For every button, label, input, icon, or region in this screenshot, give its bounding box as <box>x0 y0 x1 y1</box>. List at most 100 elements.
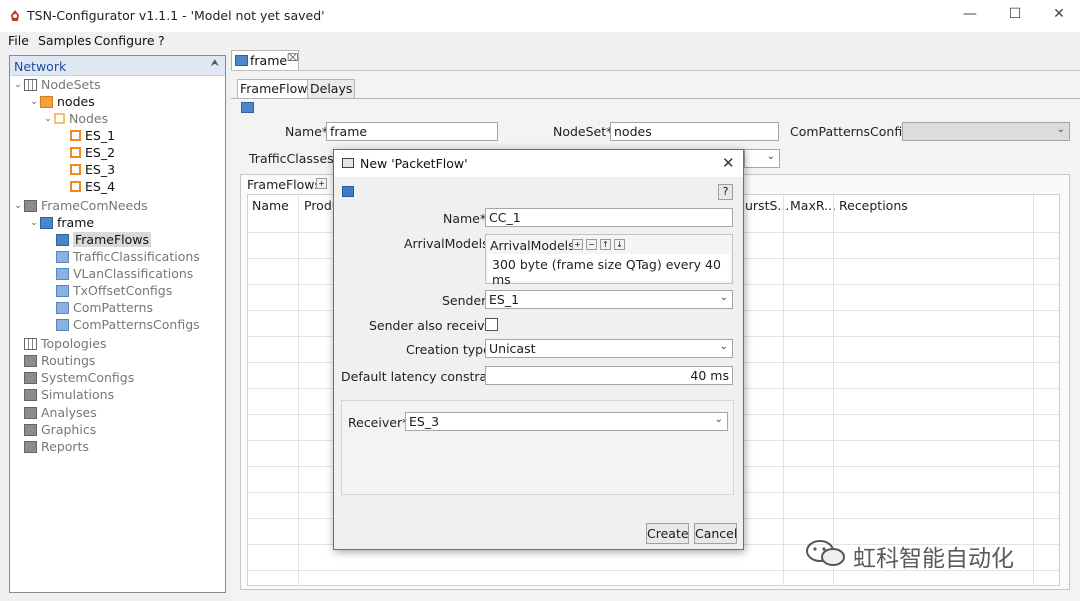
window-title: TSN-Configurator v1.1.1 - 'Model not yet… <box>27 8 325 23</box>
sender-also-receiver-checkbox[interactable] <box>485 318 498 331</box>
tree-item-label: ES_3 <box>85 162 116 177</box>
minimize-button[interactable]: — <box>955 6 985 26</box>
editor-tab-label: frame <box>250 53 288 68</box>
end-station-icon <box>70 147 81 158</box>
dialog-name-field[interactable]: CC_1 <box>485 208 733 227</box>
tree-item-frame[interactable]: ⌄ frame <box>28 214 94 231</box>
tree-item-analyses[interactable]: Analyses <box>24 404 97 421</box>
creation-type-value: Unicast <box>489 341 536 356</box>
menu-bar: File Samples Configure ? <box>0 32 1080 50</box>
compatterns-icon <box>56 301 69 314</box>
analyses-icon <box>24 406 37 419</box>
end-station-icon <box>70 130 81 141</box>
maximize-button[interactable]: ☐ <box>1000 6 1030 26</box>
tree-item-label: ES_4 <box>85 179 116 194</box>
tree-item-simulations[interactable]: Simulations <box>24 386 114 403</box>
tree-item-routings[interactable]: Routings <box>24 352 95 369</box>
chevron-down-icon: ⌄ <box>1056 124 1065 135</box>
menu-file[interactable]: File <box>8 33 29 48</box>
receiver-value: ES_3 <box>409 414 440 429</box>
chevron-down-icon[interactable]: ⌄ <box>28 97 40 107</box>
compatterns-config-select[interactable]: ⌄ <box>902 122 1070 141</box>
sender-select[interactable]: ES_1 ⌄ <box>485 290 733 309</box>
graphics-icon <box>24 423 37 436</box>
move-up-button[interactable]: ↑ <box>600 239 611 250</box>
editor-tab-frame[interactable]: frame ⌧ <box>231 50 299 70</box>
chevron-down-icon[interactable]: ⌄ <box>12 201 24 211</box>
end-station-icon <box>70 181 81 192</box>
column-header-maxr[interactable]: MaxR... <box>790 198 836 213</box>
nodesets-icon <box>24 78 37 91</box>
vlan-classifications-icon <box>56 267 69 280</box>
trafficclasses-select[interactable]: ⌄ <box>744 149 780 168</box>
remove-arrival-model-button[interactable]: − <box>586 239 597 250</box>
column-header-receptions[interactable]: Receptions <box>839 198 908 213</box>
grid-divider <box>298 195 299 585</box>
tree-item-label: FrameFlows <box>73 232 151 247</box>
tree-item-es-2[interactable]: ES_2 <box>70 144 115 161</box>
cancel-button[interactable]: Cancel <box>694 523 737 544</box>
tree-item-frameflows[interactable]: FrameFlows <box>56 231 151 248</box>
tree-item-txoffset-configs[interactable]: TxOffsetConfigs <box>56 282 172 299</box>
tree-item-reports[interactable]: Reports <box>24 438 89 455</box>
minimize-panel-icon[interactable]: ⮝ <box>211 58 220 69</box>
tree-item-es-1[interactable]: ES_1 <box>70 127 115 144</box>
add-frameflow-button[interactable]: + <box>316 178 327 189</box>
tree-item-graphics[interactable]: Graphics <box>24 421 96 438</box>
close-window-button[interactable]: ✕ <box>1044 6 1074 26</box>
help-button[interactable]: ? <box>718 184 733 200</box>
tree-item-label: FrameComNeeds <box>41 198 148 213</box>
traffic-classifications-icon <box>56 250 69 263</box>
name-field[interactable]: frame <box>326 122 498 141</box>
tree-item-label: Graphics <box>41 422 97 437</box>
chevron-down-icon: ⌄ <box>766 151 775 162</box>
tab-frameflows[interactable]: FrameFlows <box>237 79 317 98</box>
tree-item-vlan-classifications[interactable]: VLanClassifications <box>56 265 193 282</box>
chevron-down-icon[interactable]: ⌄ <box>42 114 54 124</box>
latency-constraint-field[interactable]: 40 ms <box>485 366 733 385</box>
new-packetflow-dialog: New 'PacketFlow' ✕ ? Name* CC_1 ArrivalM… <box>333 149 744 550</box>
compatterns-config-label: ComPatternsConfig <box>790 124 911 139</box>
network-panel-title: Network <box>14 59 67 74</box>
tree-item-es-3[interactable]: ES_3 <box>70 161 115 178</box>
tree-item-nodes-folder[interactable]: ⌄ Nodes <box>42 110 108 127</box>
nodeset-field[interactable]: nodes <box>610 122 779 141</box>
tree-item-traffic-classifications[interactable]: TrafficClassifications <box>56 248 200 265</box>
tree-item-topologies[interactable]: Topologies <box>24 335 106 352</box>
tree-item-nodes[interactable]: ⌄ nodes <box>28 93 95 110</box>
frame-icon <box>235 55 248 66</box>
tab-delays[interactable]: Delays <box>307 79 356 98</box>
close-dialog-icon[interactable]: ✕ <box>722 154 735 172</box>
tree-item-label: frame <box>57 215 95 230</box>
arrival-models-label: ArrivalModels <box>404 236 489 251</box>
creation-type-select[interactable]: Unicast ⌄ <box>485 339 733 358</box>
dialog-title-bar: New 'PacketFlow' ✕ <box>334 150 743 177</box>
tree-item-compatterns[interactable]: ComPatterns <box>56 299 153 316</box>
watermark-text: 虹科智能自动化 <box>853 546 1014 572</box>
tree-item-framecomneeds[interactable]: ⌄ FrameComNeeds <box>12 197 148 214</box>
menu-samples[interactable]: Samples <box>38 33 91 48</box>
create-button[interactable]: Create <box>646 523 689 544</box>
tree-item-systemconfigs[interactable]: SystemConfigs <box>24 369 134 386</box>
tree-item-label: Simulations <box>41 387 115 402</box>
tree-item-compatterns-configs[interactable]: ComPatternsConfigs <box>56 316 200 333</box>
chevron-down-icon[interactable]: ⌄ <box>28 218 40 228</box>
tree-item-label: TrafficClassifications <box>73 249 200 264</box>
arrival-models-inner-title: ArrivalModels <box>490 238 575 253</box>
arrival-model-item[interactable]: 300 byte (frame size QTag) every 40 ms <box>492 257 730 287</box>
subtab-divider <box>231 98 1080 99</box>
close-tab-icon[interactable]: ⌧ <box>287 53 299 64</box>
tree-item-es-4[interactable]: ES_4 <box>70 178 115 195</box>
tree-item-nodesets[interactable]: ⌄ NodeSets <box>12 76 100 93</box>
menu-configure[interactable]: Configure <box>94 33 155 48</box>
chevron-down-icon[interactable]: ⌄ <box>12 80 24 90</box>
receiver-select[interactable]: ES_3 ⌄ <box>405 412 728 431</box>
latency-constraint-label: Default latency constraint <box>341 369 504 384</box>
move-down-button[interactable]: ↓ <box>614 239 625 250</box>
menu-help[interactable]: ? <box>158 33 165 48</box>
column-header-name[interactable]: Name <box>252 198 289 213</box>
add-arrival-model-button[interactable]: + <box>572 239 583 250</box>
tree-item-label: ComPatterns <box>73 300 154 315</box>
title-bar: TSN-Configurator v1.1.1 - 'Model not yet… <box>0 0 1080 32</box>
receiver-group: Receiver* ES_3 ⌄ <box>341 400 734 495</box>
